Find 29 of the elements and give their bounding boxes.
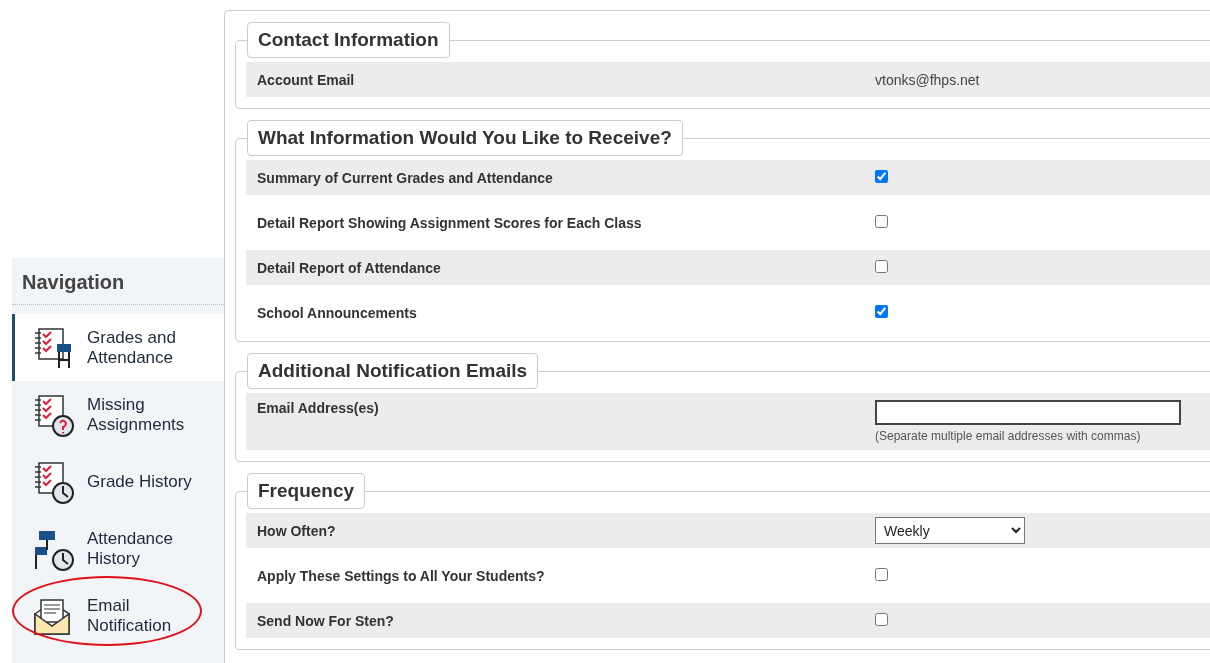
email-input-field[interactable] (875, 400, 1181, 425)
nav-item[interactable]: Grade History (12, 448, 224, 515)
field-note: (Separate multiple email addresses with commas) (875, 429, 1142, 443)
frequency-dropdown[interactable]: Weekly (875, 517, 1025, 544)
field-label: Detail Report Showing Assignment Scores for Each Class (257, 214, 643, 231)
checkbox[interactable] (875, 304, 888, 318)
field-label: Detail Report of Attendance (257, 259, 442, 276)
field-label: How Often? (257, 522, 337, 539)
checkbox[interactable] (875, 567, 888, 581)
nav-item[interactable]: Email Notification (12, 582, 224, 649)
checkbox[interactable] (875, 612, 888, 626)
navigation-title: Navigation (12, 258, 224, 305)
section-title: What Information Would You Like to Receive? (247, 120, 683, 156)
section-title: Frequency (247, 473, 366, 509)
checkbox[interactable] (875, 259, 888, 273)
account-email-value: vtonks@fhps.net (875, 71, 981, 88)
field-label: Send Now For Sten? (257, 612, 395, 629)
section-title: Additional Notification Emails (247, 353, 539, 389)
field-label: Email Address(es) (257, 400, 380, 416)
checkbox[interactable] (875, 169, 888, 183)
nav-item[interactable]: Missing Assignments (12, 381, 224, 448)
field-label: Account Email (257, 71, 356, 88)
field-label: School Announcements (257, 304, 418, 321)
checkbox[interactable] (875, 214, 888, 228)
nav-item[interactable]: Grades and Attendance (12, 314, 224, 381)
nav-item[interactable]: Attendance History (12, 515, 224, 582)
section-title: Contact Information (247, 22, 450, 58)
field-label: Summary of Current Grades and Attendance (257, 169, 554, 186)
field-label: Apply These Settings to All Your Students? (257, 567, 546, 584)
